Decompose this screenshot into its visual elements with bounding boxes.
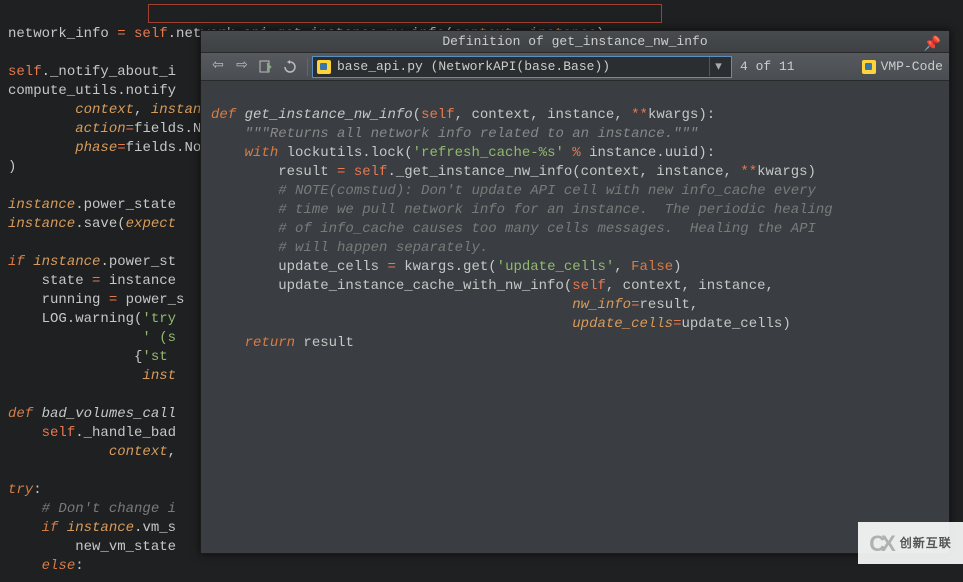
- popup-title-bar[interactable]: Definition of get_instance_nw_info 📌: [201, 31, 949, 53]
- refresh-button[interactable]: [279, 56, 301, 78]
- file-dropdown-label: base_api.py (NetworkAPI(base.Base)): [337, 57, 610, 76]
- watermark-text: 创新互联: [900, 534, 952, 553]
- definition-code[interactable]: def get_instance_nw_info(self, context, …: [201, 81, 949, 378]
- forward-button[interactable]: ⇨: [231, 56, 253, 78]
- back-button[interactable]: ⇦: [207, 56, 229, 78]
- edit-source-button[interactable]: [255, 56, 277, 78]
- project-context[interactable]: VMP-Code: [862, 57, 943, 76]
- expression-highlight: [148, 4, 662, 23]
- popup-toolbar: ⇦ ⇨ base_api.py (NetworkAPI(base.Base)) …: [201, 53, 949, 81]
- project-name: VMP-Code: [881, 57, 943, 76]
- file-dropdown[interactable]: base_api.py (NetworkAPI(base.Base)) ▾: [312, 56, 732, 78]
- python-file-icon: [317, 60, 331, 74]
- popup-title-text: Definition of get_instance_nw_info: [442, 34, 707, 49]
- result-counter: 4 of 11: [740, 57, 795, 76]
- definition-popup: Definition of get_instance_nw_info 📌 ⇦ ⇨…: [200, 30, 950, 554]
- watermark-badge: CX 创新互联: [858, 522, 963, 564]
- chevron-down-icon: ▾: [709, 57, 727, 76]
- toolbar-divider: [307, 58, 308, 76]
- pin-icon[interactable]: 📌: [924, 34, 941, 56]
- python-project-icon: [862, 60, 876, 74]
